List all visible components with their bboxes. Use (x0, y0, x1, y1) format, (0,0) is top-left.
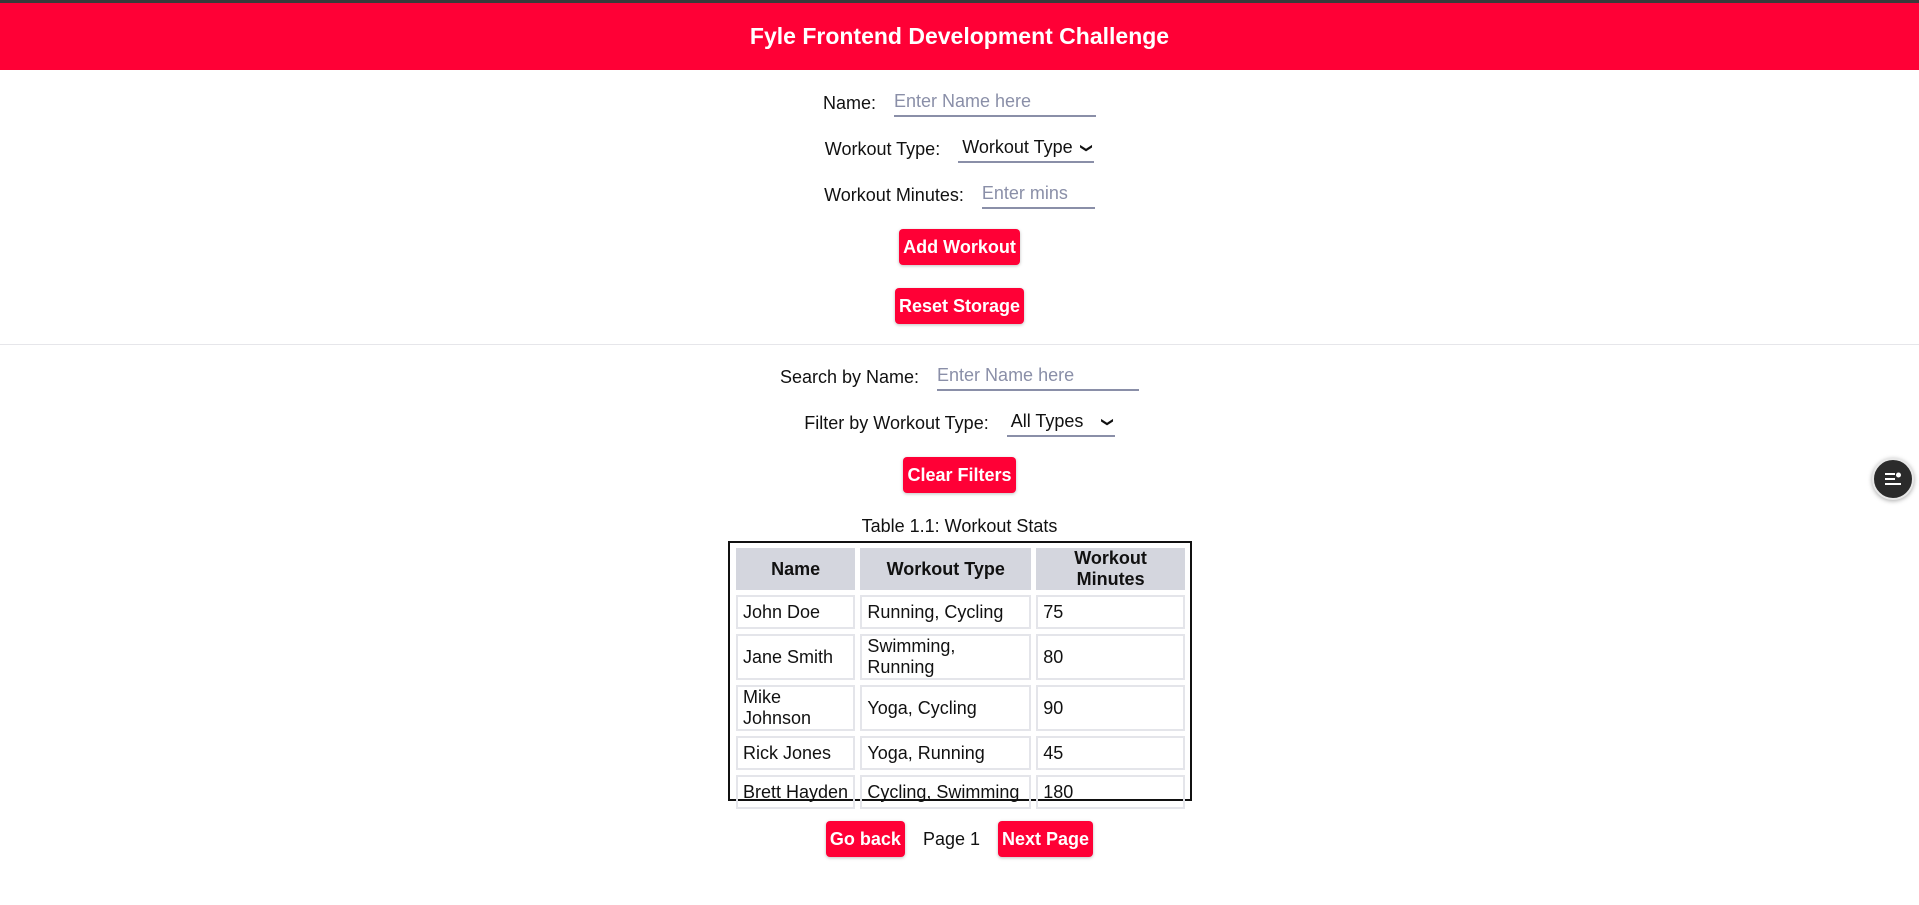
page-indicator: Page 1 (922, 828, 981, 849)
table-row: Jane Smith Swimming, Running 80 (736, 634, 1185, 680)
table-row: John Doe Running, Cycling 75 (736, 595, 1185, 629)
filter-row: Filter by Workout Type: All Types ❯ (0, 408, 1919, 438)
cell-workout-type: Running, Cycling (860, 595, 1032, 629)
workout-minutes-row: Workout Minutes: (0, 180, 1919, 210)
filter-type-select[interactable]: All Types ❯ (1006, 409, 1115, 437)
workout-minutes-input[interactable] (981, 181, 1095, 209)
workout-type-row: Workout Type: Workout Type ❯ (0, 134, 1919, 164)
table-row: Mike Johnson Yoga, Cycling 90 (736, 685, 1185, 731)
clear-filters-button[interactable]: Clear Filters (903, 457, 1016, 493)
cell-name: Jane Smith (736, 634, 856, 680)
cell-name: Rick Jones (736, 736, 856, 770)
cell-workout-minutes: 180 (1036, 775, 1185, 809)
cell-workout-type: Swimming, Running (860, 634, 1032, 680)
search-input[interactable] (937, 363, 1140, 391)
table-row: Rick Jones Yoga, Running 45 (736, 736, 1185, 770)
header-name: Name (736, 548, 856, 590)
table-header-row: Name Workout Type Workout Minutes (736, 548, 1185, 590)
cell-workout-minutes: 90 (1036, 685, 1185, 731)
pagination: Go back Page 1 Next Page (0, 821, 1919, 857)
filter-type-selected: All Types (1010, 411, 1084, 431)
add-workout-button[interactable]: Add Workout (899, 229, 1020, 265)
cell-workout-type: Yoga, Cycling (860, 685, 1032, 731)
add-workout-row: Add Workout (0, 229, 1919, 265)
cell-name: John Doe (736, 595, 856, 629)
page-title: Fyle Frontend Development Challenge (749, 23, 1170, 49)
name-label: Name: (822, 92, 876, 113)
workout-type-label: Workout Type: (824, 138, 941, 159)
clear-filters-row: Clear Filters (0, 457, 1919, 493)
table-caption: Table 1.1: Workout Stats (861, 516, 1058, 536)
next-page-button[interactable]: Next Page (998, 821, 1094, 857)
cell-workout-minutes: 80 (1036, 634, 1185, 680)
cell-name: Brett Hayden (736, 775, 856, 809)
chevron-down-icon: ❯ (1080, 142, 1095, 153)
search-label: Search by Name: (779, 366, 920, 387)
menu-icon (1885, 472, 1901, 485)
cell-workout-type: Yoga, Running (860, 736, 1032, 770)
workout-type-selected: Workout Type (962, 137, 1073, 157)
floating-menu-button[interactable] (1872, 458, 1914, 500)
name-row: Name: (0, 88, 1919, 118)
reset-storage-row: Reset Storage (0, 288, 1919, 324)
name-input[interactable] (894, 89, 1096, 117)
workout-type-select[interactable]: Workout Type ❯ (958, 135, 1095, 163)
table-row: Brett Hayden Cycling, Swimming 180 (736, 775, 1185, 809)
app-header: Fyle Frontend Development Challenge (0, 3, 1919, 70)
filter-label: Filter by Workout Type: (804, 412, 989, 433)
workout-stats-table: Name Workout Type Workout Minutes John D… (728, 541, 1192, 809)
section-divider (0, 344, 1919, 345)
chevron-down-icon: ❯ (1100, 416, 1115, 427)
cell-workout-minutes: 75 (1036, 595, 1185, 629)
search-row: Search by Name: (0, 362, 1919, 392)
cell-name: Mike Johnson (736, 685, 856, 731)
go-back-button[interactable]: Go back (825, 821, 905, 857)
header-workout-minutes: Workout Minutes (1036, 548, 1185, 590)
header-workout-type: Workout Type (860, 548, 1032, 590)
workout-minutes-label: Workout Minutes: (824, 184, 964, 205)
reset-storage-button[interactable]: Reset Storage (894, 288, 1025, 324)
cell-workout-minutes: 45 (1036, 736, 1185, 770)
cell-workout-type: Cycling, Swimming (860, 775, 1032, 809)
